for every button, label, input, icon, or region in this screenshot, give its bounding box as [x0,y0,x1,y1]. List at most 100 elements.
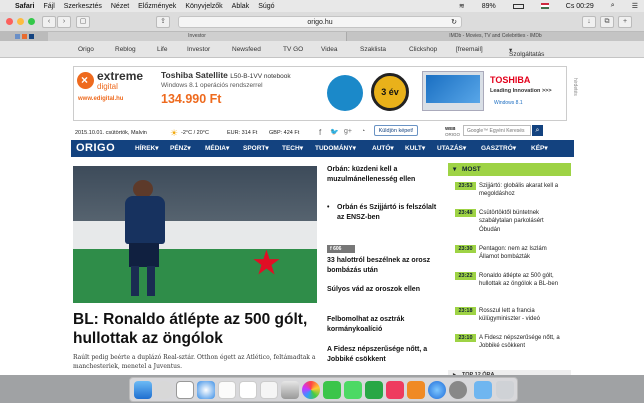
favorite-videa[interactable]: Videa [321,46,338,53]
nav-utazas[interactable]: UTAZÁS▾ [437,144,466,152]
pinned-tab-icon[interactable] [28,34,34,39]
eur-rate[interactable]: EUR: 314 Ft [227,130,257,136]
nav-hirek[interactable]: HÍREK▾ [135,144,159,152]
menu-safari[interactable]: Safari [15,3,34,10]
pinned-tab-icon[interactable] [21,34,27,39]
search-scope-web[interactable]: WEB [445,126,456,131]
nav-sport[interactable]: SPORT▾ [243,144,269,152]
minimize-button[interactable] [17,18,24,25]
numbers-icon[interactable] [365,381,383,399]
facetime-icon[interactable] [344,381,362,399]
nav-kep[interactable]: KÉP▾ [531,144,548,152]
messages-icon[interactable] [323,381,341,399]
nav-media[interactable]: MÉDIA▾ [205,144,229,152]
favorite-reblog[interactable]: Reblog [115,46,136,53]
menu-file[interactable]: Fájl [43,3,54,10]
wifi-icon[interactable]: ≋ [459,2,465,10]
battery-icon[interactable] [512,3,524,9]
clock[interactable]: Cs 00:29 [566,3,594,10]
new-tab-button[interactable]: + [618,16,632,28]
favorite-tvgo[interactable]: TV GO [283,46,303,53]
photos-icon[interactable] [302,381,320,399]
calendar-icon[interactable] [176,381,194,399]
hero-title[interactable]: BL: Ronaldo átlépte az 500 gólt, hullott… [73,310,317,348]
menu-help[interactable]: Súgó [258,3,274,10]
itunes-icon[interactable] [386,381,404,399]
headline-item[interactable]: Orbán: küzdeni kell a muzulmánellenesség… [327,165,442,184]
close-button[interactable] [6,18,13,25]
share-count-badge[interactable]: f 606 [327,245,355,253]
flag-icon[interactable] [540,3,549,9]
send-photo-button[interactable]: Küldjön képet! [374,125,418,136]
zoom-button[interactable] [28,18,35,25]
nav-kult[interactable]: KULT▾ [405,144,425,152]
tabs-overview-icon[interactable]: ⧉ [600,16,614,28]
tab-investor[interactable]: Investor [48,32,346,41]
safari-icon[interactable] [197,381,215,399]
forward-button[interactable]: › [57,16,71,28]
menu-history[interactable]: Előzmények [138,3,176,10]
weather-text[interactable]: -2°C / 20°C [181,130,209,136]
contacts-icon[interactable] [218,381,236,399]
headline-item[interactable]: A Fidesz népszerűsége nőtt, a Jobbiké cs… [327,345,442,364]
nav-tudomany[interactable]: TUDOMÁNY▾ [315,144,356,152]
hero-image[interactable]: ★ [73,166,317,303]
reload-icon[interactable]: ↻ [451,17,457,28]
rss-icon[interactable]: ◔ [361,128,365,135]
search-scope-origo[interactable]: ORIGO [445,132,460,137]
pinned-tabs[interactable] [0,32,48,41]
favorite-newsfeed[interactable]: Newsfeed [232,46,261,53]
ibooks-icon[interactable] [407,381,425,399]
ad-banner[interactable]: × extreme digital www.edigital.hu Toshib… [73,66,567,121]
downloads-icon[interactable]: ↓ [582,16,596,28]
search-icon[interactable]: ⌕ [611,2,615,10]
favorite-origo[interactable]: Origo [78,46,94,53]
favorite-services[interactable]: Szolgáltatás ▾ [509,46,544,58]
finder-icon[interactable] [134,381,152,399]
reminders-icon[interactable] [260,381,278,399]
headline-item[interactable]: Felbomolhat az osztrák kormánykoalíció [327,315,442,334]
appstore-icon[interactable] [428,381,446,399]
browser-toolbar: ‹ › ▢ ⇪ origo.hu ↻ ↓ ⧉ + [0,12,644,32]
nav-auto[interactable]: AUTÓ▾ [372,144,394,152]
menu-window[interactable]: Ablak [232,3,250,10]
player-shirt [125,196,165,244]
menu-view[interactable]: Nézet [111,3,129,10]
hero-lead[interactable]: Raúlt pedig beérte a duplázó Real-sztár.… [73,354,317,371]
favorite-life[interactable]: Life [157,46,167,53]
sidebar-icon[interactable]: ▢ [76,16,90,28]
launchpad-icon[interactable] [155,381,173,399]
twitter-icon[interactable]: 🐦 [330,128,339,136]
tab-imdb[interactable]: IMDb - Movies, TV and Celebrities - IMDb [346,32,644,41]
trash-icon[interactable] [496,381,514,399]
pinned-tab-icon[interactable] [14,34,20,39]
gbp-rate[interactable]: GBP: 424 Ft [269,130,299,136]
notes-icon[interactable] [281,381,299,399]
most-header[interactable]: ▾ MOST [448,163,571,176]
favorite-clickshop[interactable]: Clickshop [409,46,437,53]
favorite-investor[interactable]: Investor [187,46,210,53]
headline-item[interactable]: Súlyos vád az oroszok ellen [327,285,442,295]
favorite-freemail[interactable]: [freemail] [456,46,483,53]
calendar-date-icon[interactable] [239,381,257,399]
system-preferences-icon[interactable] [449,381,467,399]
search-icon[interactable]: ⌕ [532,125,543,136]
favorite-szaklista[interactable]: Szaklista [360,46,386,53]
origo-logo[interactable]: ORIGO [76,142,115,154]
battery-percent[interactable]: 89% [482,3,496,10]
headline-item[interactable]: • Orbán és Szijjártó is felszólalt az EN… [327,203,442,222]
back-button[interactable]: ‹ [42,16,56,28]
search-input[interactable] [463,125,531,136]
headline-item[interactable]: 33 halottról beszélnek az orosz bombázás… [327,256,442,275]
list-icon[interactable]: ☰ [632,2,638,10]
address-bar[interactable]: origo.hu ↻ [178,16,462,28]
googleplus-icon[interactable]: g+ [344,128,352,135]
menu-edit[interactable]: Szerkesztés [64,3,102,10]
nav-tech[interactable]: TECH▾ [282,144,303,152]
nav-gasztro[interactable]: GASZTRÓ▾ [481,144,516,152]
share-icon[interactable]: ⇪ [156,16,170,28]
facebook-icon[interactable]: f [319,128,321,137]
menu-bookmarks[interactable]: Könyvjelzők [185,3,222,10]
downloads-folder-icon[interactable] [474,381,492,399]
nav-penz[interactable]: PÉNZ▾ [170,144,191,152]
